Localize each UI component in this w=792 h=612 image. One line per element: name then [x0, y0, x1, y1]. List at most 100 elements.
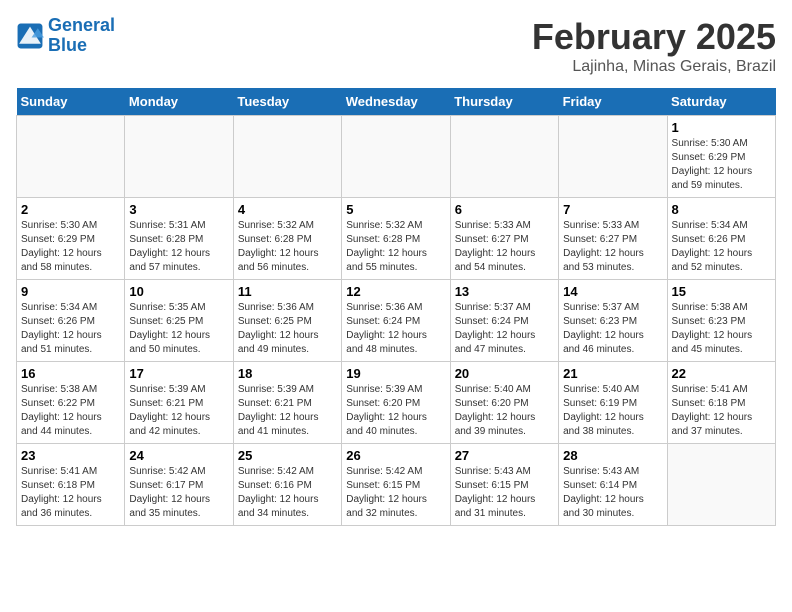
day-number: 25 — [238, 448, 337, 463]
calendar-cell: 15 Sunrise: 5:38 AM Sunset: 6:23 PM Dayli… — [667, 280, 775, 362]
day-info: Sunrise: 5:39 AM Sunset: 6:21 PM Dayligh… — [238, 383, 337, 439]
calendar-cell: 20 Sunrise: 5:40 AM Sunset: 6:20 PM Dayli… — [450, 362, 558, 444]
weekday-header-monday: Monday — [125, 88, 233, 116]
calendar-cell: 23 Sunrise: 5:41 AM Sunset: 6:18 PM Dayli… — [17, 444, 125, 526]
page-header: General Blue February 2025 Lajinha, Mina… — [16, 16, 776, 76]
day-info: Sunrise: 5:36 AM Sunset: 6:25 PM Dayligh… — [238, 301, 337, 357]
calendar-cell: 12 Sunrise: 5:36 AM Sunset: 6:24 PM Dayli… — [342, 280, 450, 362]
calendar-cell: 11 Sunrise: 5:36 AM Sunset: 6:25 PM Dayli… — [233, 280, 341, 362]
logo-icon — [16, 22, 44, 50]
day-number: 6 — [455, 202, 554, 217]
day-number: 5 — [346, 202, 445, 217]
day-number: 26 — [346, 448, 445, 463]
day-number: 19 — [346, 366, 445, 381]
calendar-cell: 26 Sunrise: 5:42 AM Sunset: 6:15 PM Dayli… — [342, 444, 450, 526]
day-info: Sunrise: 5:32 AM Sunset: 6:28 PM Dayligh… — [238, 219, 337, 275]
day-number: 1 — [672, 120, 771, 135]
day-info: Sunrise: 5:37 AM Sunset: 6:23 PM Dayligh… — [563, 301, 662, 357]
day-info: Sunrise: 5:39 AM Sunset: 6:21 PM Dayligh… — [129, 383, 228, 439]
calendar-cell: 21 Sunrise: 5:40 AM Sunset: 6:19 PM Dayli… — [559, 362, 667, 444]
day-info: Sunrise: 5:37 AM Sunset: 6:24 PM Dayligh… — [455, 301, 554, 357]
day-info: Sunrise: 5:43 AM Sunset: 6:15 PM Dayligh… — [455, 465, 554, 521]
day-number: 13 — [455, 284, 554, 299]
day-info: Sunrise: 5:36 AM Sunset: 6:24 PM Dayligh… — [346, 301, 445, 357]
location-title: Lajinha, Minas Gerais, Brazil — [532, 58, 776, 76]
day-number: 12 — [346, 284, 445, 299]
day-info: Sunrise: 5:30 AM Sunset: 6:29 PM Dayligh… — [672, 137, 771, 193]
weekday-header-sunday: Sunday — [17, 88, 125, 116]
day-info: Sunrise: 5:39 AM Sunset: 6:20 PM Dayligh… — [346, 383, 445, 439]
calendar-cell — [667, 444, 775, 526]
day-number: 15 — [672, 284, 771, 299]
calendar-cell: 13 Sunrise: 5:37 AM Sunset: 6:24 PM Dayli… — [450, 280, 558, 362]
day-number: 7 — [563, 202, 662, 217]
day-number: 21 — [563, 366, 662, 381]
day-info: Sunrise: 5:41 AM Sunset: 6:18 PM Dayligh… — [672, 383, 771, 439]
calendar-cell: 18 Sunrise: 5:39 AM Sunset: 6:21 PM Dayli… — [233, 362, 341, 444]
day-number: 18 — [238, 366, 337, 381]
calendar-cell: 8 Sunrise: 5:34 AM Sunset: 6:26 PM Daylig… — [667, 198, 775, 280]
day-info: Sunrise: 5:43 AM Sunset: 6:14 PM Dayligh… — [563, 465, 662, 521]
calendar-cell — [559, 116, 667, 198]
weekday-header-tuesday: Tuesday — [233, 88, 341, 116]
calendar-cell: 25 Sunrise: 5:42 AM Sunset: 6:16 PM Dayli… — [233, 444, 341, 526]
day-number: 16 — [21, 366, 120, 381]
calendar-cell: 4Sunrise: 5:32 AM Sunset: 6:28 PM Daylig… — [233, 198, 341, 280]
day-number: 24 — [129, 448, 228, 463]
logo: General Blue — [16, 16, 115, 56]
weekday-header-row: SundayMondayTuesdayWednesdayThursdayFrid… — [17, 88, 776, 116]
day-number: 17 — [129, 366, 228, 381]
day-number: 8 — [672, 202, 771, 217]
calendar-cell: 1 Sunrise: 5:30 AM Sunset: 6:29 PM Daylig… — [667, 116, 775, 198]
weekday-header-saturday: Saturday — [667, 88, 775, 116]
calendar-cell: 24 Sunrise: 5:42 AM Sunset: 6:17 PM Dayli… — [125, 444, 233, 526]
calendar-cell — [125, 116, 233, 198]
weekday-header-friday: Friday — [559, 88, 667, 116]
day-info: Sunrise: 5:34 AM Sunset: 6:26 PM Dayligh… — [672, 219, 771, 275]
calendar-cell: 14 Sunrise: 5:37 AM Sunset: 6:23 PM Dayli… — [559, 280, 667, 362]
calendar-table: SundayMondayTuesdayWednesdayThursdayFrid… — [16, 88, 776, 526]
day-info: Sunrise: 5:42 AM Sunset: 6:17 PM Dayligh… — [129, 465, 228, 521]
logo-line1: General — [48, 15, 115, 35]
day-number: 23 — [21, 448, 120, 463]
logo-text: General Blue — [48, 16, 115, 56]
calendar-cell: 27 Sunrise: 5:43 AM Sunset: 6:15 PM Dayli… — [450, 444, 558, 526]
calendar-cell: 5 Sunrise: 5:32 AM Sunset: 6:28 PM Daylig… — [342, 198, 450, 280]
calendar-cell: 7 Sunrise: 5:33 AM Sunset: 6:27 PM Daylig… — [559, 198, 667, 280]
day-number: 3 — [129, 202, 228, 217]
calendar-cell: 6 Sunrise: 5:33 AM Sunset: 6:27 PM Daylig… — [450, 198, 558, 280]
day-info: Sunrise: 5:33 AM Sunset: 6:27 PM Dayligh… — [563, 219, 662, 275]
day-number: 11 — [238, 284, 337, 299]
calendar-week-5: 23 Sunrise: 5:41 AM Sunset: 6:18 PM Dayli… — [17, 444, 776, 526]
day-info: Sunrise: 5:33 AM Sunset: 6:27 PM Dayligh… — [455, 219, 554, 275]
day-number: 14 — [563, 284, 662, 299]
day-info: Sunrise: 5:40 AM Sunset: 6:20 PM Dayligh… — [455, 383, 554, 439]
day-info: Sunrise: 5:38 AM Sunset: 6:22 PM Dayligh… — [21, 383, 120, 439]
title-area: February 2025 Lajinha, Minas Gerais, Bra… — [532, 16, 776, 76]
day-info: Sunrise: 5:42 AM Sunset: 6:16 PM Dayligh… — [238, 465, 337, 521]
day-number: 20 — [455, 366, 554, 381]
month-title: February 2025 — [532, 16, 776, 58]
day-info: Sunrise: 5:42 AM Sunset: 6:15 PM Dayligh… — [346, 465, 445, 521]
calendar-cell: 16 Sunrise: 5:38 AM Sunset: 6:22 PM Dayli… — [17, 362, 125, 444]
day-number: 10 — [129, 284, 228, 299]
day-info: Sunrise: 5:41 AM Sunset: 6:18 PM Dayligh… — [21, 465, 120, 521]
calendar-cell: 9Sunrise: 5:34 AM Sunset: 6:26 PM Daylig… — [17, 280, 125, 362]
day-info: Sunrise: 5:32 AM Sunset: 6:28 PM Dayligh… — [346, 219, 445, 275]
calendar-week-3: 9Sunrise: 5:34 AM Sunset: 6:26 PM Daylig… — [17, 280, 776, 362]
day-number: 28 — [563, 448, 662, 463]
calendar-cell — [17, 116, 125, 198]
calendar-cell — [342, 116, 450, 198]
calendar-cell: 10Sunrise: 5:35 AM Sunset: 6:25 PM Dayli… — [125, 280, 233, 362]
day-info: Sunrise: 5:40 AM Sunset: 6:19 PM Dayligh… — [563, 383, 662, 439]
calendar-week-4: 16 Sunrise: 5:38 AM Sunset: 6:22 PM Dayli… — [17, 362, 776, 444]
calendar-cell — [233, 116, 341, 198]
day-number: 27 — [455, 448, 554, 463]
calendar-cell — [450, 116, 558, 198]
day-info: Sunrise: 5:38 AM Sunset: 6:23 PM Dayligh… — [672, 301, 771, 357]
day-number: 2 — [21, 202, 120, 217]
calendar-week-2: 2Sunrise: 5:30 AM Sunset: 6:29 PM Daylig… — [17, 198, 776, 280]
calendar-cell: 19 Sunrise: 5:39 AM Sunset: 6:20 PM Dayli… — [342, 362, 450, 444]
calendar-cell: 22Sunrise: 5:41 AM Sunset: 6:18 PM Dayli… — [667, 362, 775, 444]
weekday-header-wednesday: Wednesday — [342, 88, 450, 116]
